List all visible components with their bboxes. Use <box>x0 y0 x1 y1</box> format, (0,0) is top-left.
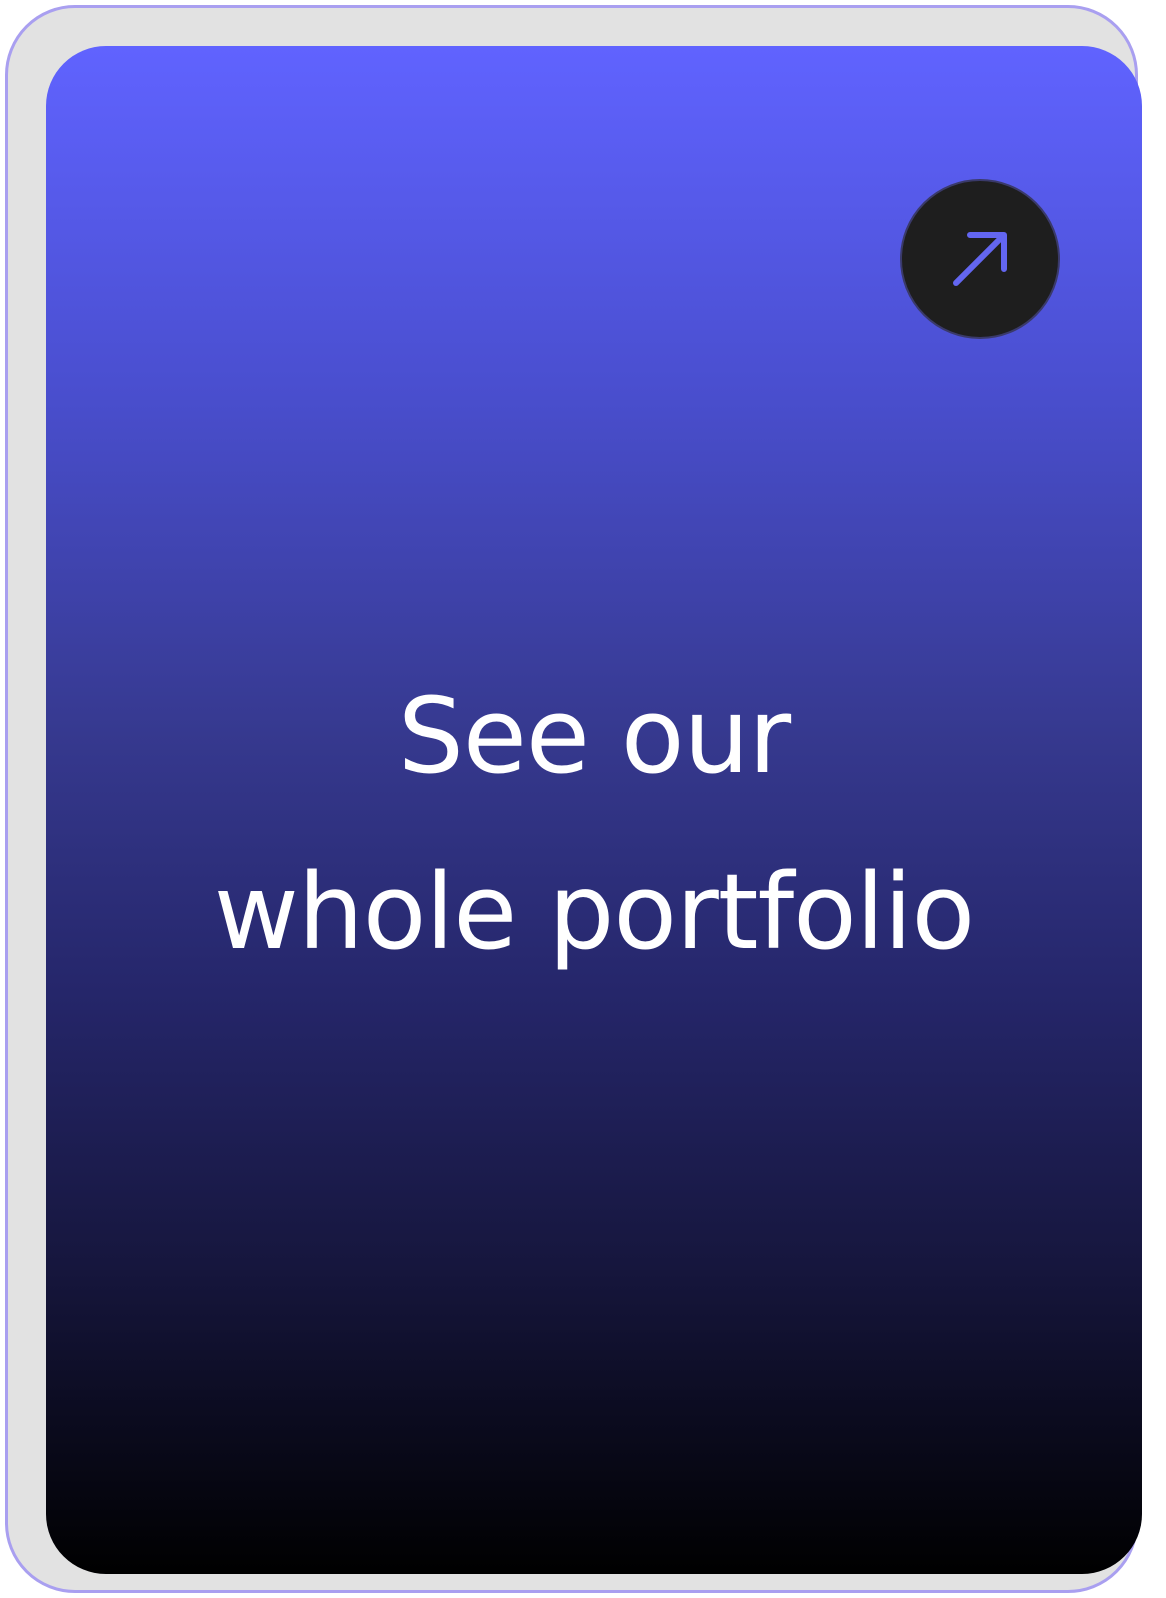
card-title-line-1: See our <box>397 675 791 797</box>
card-title: See our whole portfolio <box>46 648 1142 1000</box>
open-portfolio-button[interactable] <box>900 179 1060 339</box>
portfolio-card[interactable]: See our whole portfolio <box>46 46 1142 1574</box>
card-title-line-2: whole portfolio <box>213 851 975 973</box>
arrow-up-right-icon <box>953 232 1007 286</box>
card-frame: See our whole portfolio <box>5 5 1142 1593</box>
